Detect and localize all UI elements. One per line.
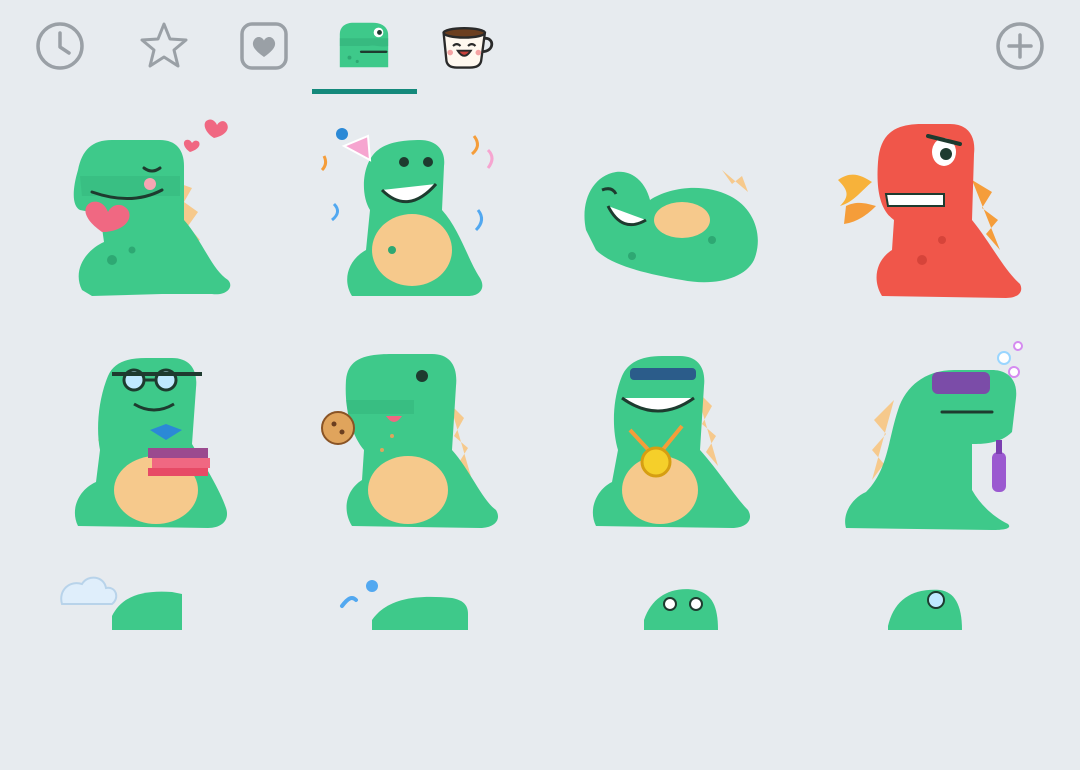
tab-recent[interactable]: [30, 16, 90, 76]
dino-love-heart-sticker: [73, 119, 231, 296]
sticker-dino-peeking-partial[interactable]: [572, 570, 772, 770]
sticker-dino-cool-bottle[interactable]: [832, 340, 1032, 540]
tab-dino-pack[interactable]: [334, 16, 394, 76]
dino-laughing-on-back-sticker: [584, 170, 758, 283]
sticker-dino-laughing-on-back[interactable]: [572, 110, 772, 310]
sticker-dino-angry-red-fire[interactable]: [832, 110, 1032, 310]
dino-eating-cookie-sticker: [321, 354, 499, 528]
sticker-dino-chef-partial[interactable]: [52, 570, 252, 770]
sticker-dino-sunglasses-medal[interactable]: [572, 340, 772, 540]
plus-icon: [996, 22, 1044, 70]
coffee-cup-pack-icon: [442, 27, 494, 69]
dino-cool-bottle-sticker: [845, 341, 1023, 530]
dino-chef-partial-sticker: [60, 576, 182, 630]
sticker-grid: [0, 100, 1080, 630]
dinosaur-pack-icon: [339, 22, 389, 68]
dino-nerd-glasses-books-sticker: [74, 358, 228, 528]
tab-add[interactable]: [990, 16, 1050, 76]
sticker-dino-glasses-partial[interactable]: [832, 570, 1032, 770]
selected-tab-indicator: [312, 89, 417, 94]
tab-favorites[interactable]: [134, 16, 194, 76]
clock-icon: [36, 22, 84, 70]
sticker-tab-bar: [0, 0, 1080, 94]
sticker-dino-nerd-glasses-books[interactable]: [52, 340, 252, 540]
sticker-dino-splash-partial[interactable]: [312, 570, 512, 770]
dino-angry-red-fire-sticker: [838, 124, 1022, 298]
tab-liked[interactable]: [234, 16, 294, 76]
dino-splash-partial-sticker: [340, 580, 468, 630]
dino-sunglasses-medal-sticker: [592, 356, 751, 528]
star-icon: [140, 22, 188, 68]
sticker-dino-eating-cookie[interactable]: [312, 340, 512, 540]
heart-icon: [240, 22, 288, 70]
dino-party-hat-sticker: [320, 128, 494, 296]
tab-coffee-pack[interactable]: [438, 16, 498, 76]
dino-peeking-partial-sticker: [644, 589, 718, 630]
sticker-dino-love-heart[interactable]: [52, 110, 252, 310]
dino-glasses-partial-sticker: [888, 589, 962, 630]
sticker-dino-party-hat[interactable]: [312, 110, 512, 310]
